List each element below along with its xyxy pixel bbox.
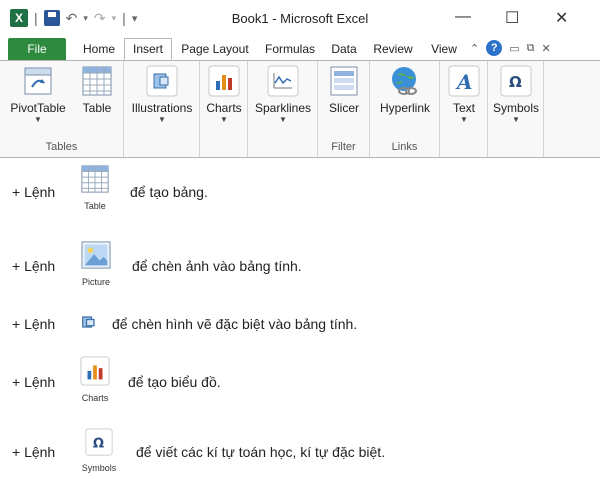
table-command-icon: Table [76,164,114,211]
group-symbols: Ω Symbols ▼ [488,61,544,157]
item-prefix: + Lệnh [12,444,56,460]
close-button[interactable]: ✕ [555,8,568,28]
picture-command-icon: Picture [76,240,116,287]
tab-view[interactable]: View [424,38,464,60]
omega-glyph: Ω [93,436,104,451]
group-label-filter: Filter [331,141,356,153]
icon-caption: Picture [81,277,110,287]
workbook-close-icon[interactable]: ✕ [541,42,550,55]
symbols-icon: Ω [500,65,532,97]
tab-formulas[interactable]: Formulas [260,38,320,60]
item-text: để viết các kí tự toán học, kí tự đặc bi… [136,444,386,460]
pivottable-label: PivotTable [10,101,66,115]
charts-dropdown-icon: ▼ [220,115,228,124]
workbook-restore-icon[interactable]: ⧉ [527,42,535,55]
ribbon-right-controls: ⌃ ? ▭ ⧉ ✕ [470,40,551,56]
ribbon-collapse-icon[interactable]: ⌃ [470,42,479,55]
symbols-dropdown-icon: ▼ [512,115,520,124]
group-tables: PivotTable ▼ Table Tables [0,61,124,157]
symbols-command-icon: Ω Symbols [78,428,120,473]
text-dropdown-icon: ▼ [460,115,468,124]
tab-review[interactable]: Review [368,38,418,60]
illustrations-label: Illustrations [131,101,193,115]
maximize-button[interactable]: ☐ [505,8,519,28]
item-prefix: + Lệnh [12,184,56,200]
icon-caption: Symbols [81,463,117,473]
group-links: Hyperlink Links [370,61,440,157]
pivottable-button[interactable]: PivotTable ▼ [8,65,68,125]
tab-data[interactable]: Data [326,38,362,60]
picture-icon [81,241,111,269]
charts-command-icon: Charts [76,356,114,403]
pivottable-icon [24,67,52,95]
slicer-icon [330,66,358,96]
table-label: Table [82,101,112,115]
minimize-button[interactable]: — [455,8,471,26]
illustrations-dropdown-icon: ▼ [158,115,166,124]
ribbon-insert-panel: PivotTable ▼ Table Tables Illustrations … [0,60,600,158]
icon-caption: Charts [81,393,109,403]
text-icon: A [448,65,480,97]
symbols-icon: Ω [85,428,113,456]
text-button[interactable]: A Text ▼ [444,65,484,125]
hyperlink-label: Hyperlink [379,101,430,115]
tab-home[interactable]: Home [78,38,120,60]
tab-insert[interactable]: Insert [124,38,172,60]
illustrations-icon [146,65,178,97]
sparklines-button[interactable]: Sparklines ▼ [251,65,315,125]
tab-page-layout[interactable]: Page Layout [176,38,254,60]
symbols-button[interactable]: Ω Symbols ▼ [490,65,542,125]
item-text: để tạo biểu đồ. [128,374,221,390]
excel-ribbon-screenshot: X | ↶ ▾ ↷ ▾ | ▾ Book1 - Microsoft Excel … [0,0,600,160]
group-illustrations: Illustrations ▼ [124,61,200,157]
help-icon[interactable]: ? [486,40,503,56]
hyperlink-icon [392,67,417,95]
table-button[interactable]: Table [76,65,118,115]
tab-file[interactable]: File [8,38,66,60]
sparklines-label: Sparklines [254,101,312,115]
group-filter: Slicer Filter [318,61,370,157]
icon-caption: Table [84,201,106,211]
title-bar: X | ↶ ▾ ↷ ▾ | ▾ Book1 - Microsoft Excel … [0,0,600,38]
text-glyph: A [455,70,473,94]
charts-icon [80,356,110,386]
charts-icon [208,65,240,97]
shapes-icon [82,316,95,328]
group-sparklines: Sparklines ▼ [248,61,318,157]
slicer-button[interactable]: Slicer [322,65,366,115]
item-prefix: + Lệnh [12,258,56,274]
text-label: Text [452,101,475,115]
sparklines-icon [267,65,299,97]
charts-button[interactable]: Charts ▼ [204,65,244,125]
group-charts: Charts ▼ [200,61,248,157]
document-body: + Lệnh Table để tạo bảng. + Lệnh Picture… [0,160,600,479]
table-icon [81,165,109,193]
pivottable-dropdown-icon: ▼ [34,115,42,124]
omega-glyph: Ω [509,73,522,91]
item-prefix: + Lệnh [12,316,56,332]
hyperlink-button[interactable]: Hyperlink [373,65,437,115]
item-text: để chèn hình vẽ đặc biệt vào bảng tính. [112,316,358,332]
item-text: để chèn ảnh vào bảng tính. [132,258,302,274]
sparklines-dropdown-icon: ▼ [279,115,287,124]
symbols-label: Symbols [492,101,539,115]
group-text: A Text ▼ [440,61,488,157]
item-text: để tạo bảng. [130,184,208,200]
charts-label: Charts [206,101,242,115]
item-prefix: + Lệnh [12,374,56,390]
illustrations-button[interactable]: Illustrations ▼ [128,65,196,125]
workbook-minimize-icon[interactable]: ▭ [509,42,519,55]
group-label-tables: Tables [45,141,78,153]
shapes-command-icon [78,312,100,337]
table-icon [82,66,112,96]
group-label-links: Links [391,141,418,153]
slicer-label: Slicer [328,101,359,115]
